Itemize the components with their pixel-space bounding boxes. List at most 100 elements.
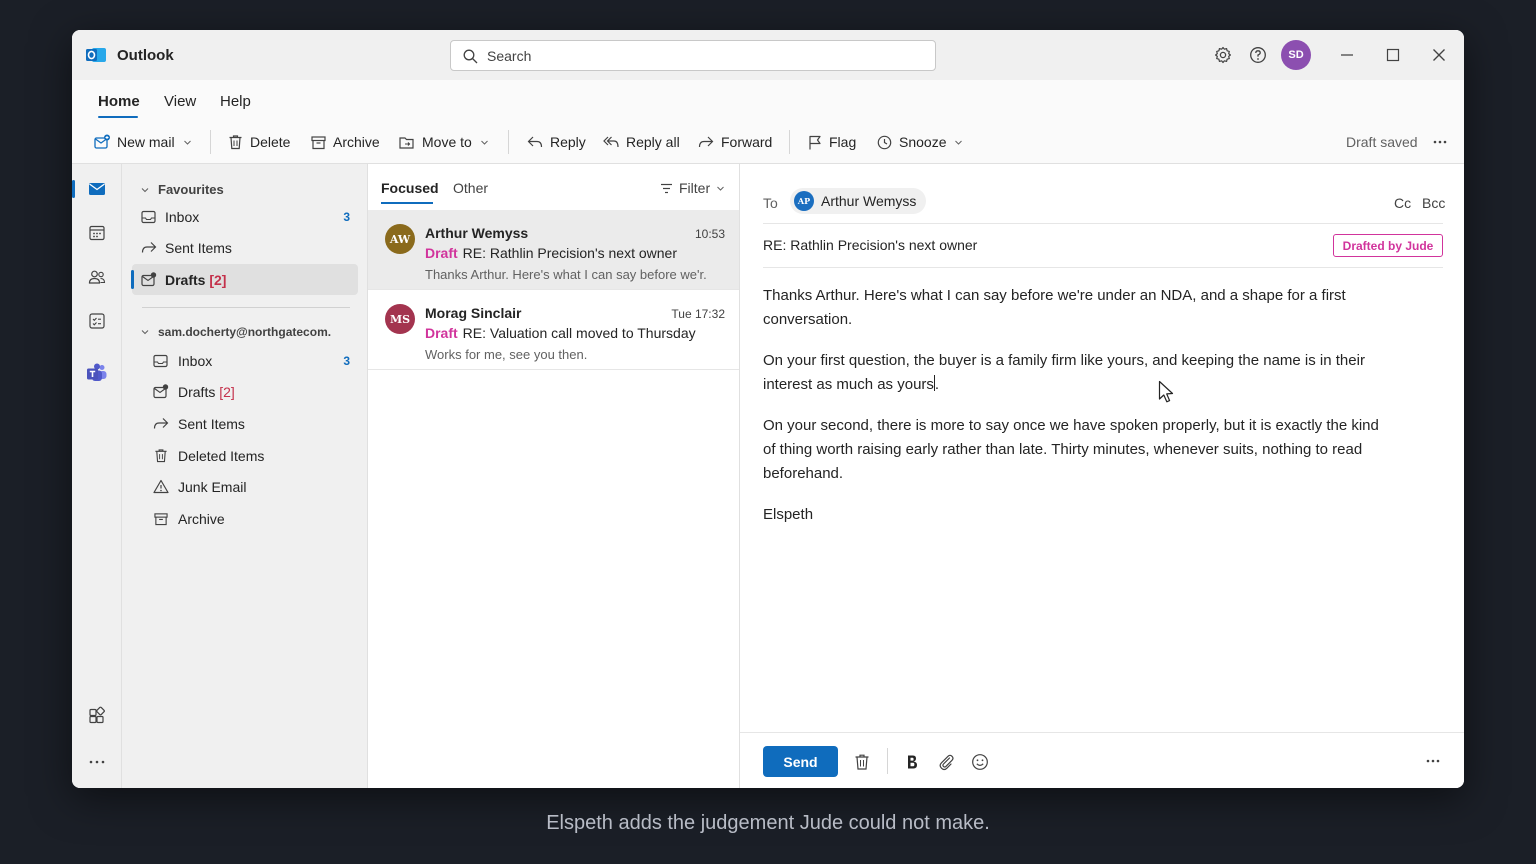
forward-button[interactable]: Forward <box>698 132 772 152</box>
fav-folder-sent-items[interactable]: Sent Items <box>132 232 358 263</box>
ribbon-tabs: Home View Help <box>72 80 1464 120</box>
minimize-icon[interactable] <box>1339 47 1355 63</box>
chevron-down-icon <box>141 330 149 335</box>
title-bar: Outlook SD <box>72 30 1464 80</box>
tasks-icon[interactable] <box>87 311 107 331</box>
teams-icon[interactable] <box>86 362 108 384</box>
settings-gear-icon[interactable] <box>1214 46 1232 64</box>
archive-icon <box>311 135 326 149</box>
message-body-editor[interactable]: Thanks Arthur. Here's what I can say bef… <box>763 284 1393 544</box>
toolbar-divider <box>210 130 211 154</box>
folder-label-wrap: Drafts [2] <box>178 384 235 400</box>
maximize-icon[interactable] <box>1385 47 1401 63</box>
apps-icon[interactable] <box>87 706 107 726</box>
more-options-icon[interactable] <box>1433 140 1447 144</box>
fav-folder-drafts[interactable]: Drafts [2] <box>131 264 358 295</box>
sender-avatar: AW <box>385 224 415 254</box>
footer-divider <box>887 748 888 774</box>
help-question-icon[interactable] <box>1249 46 1267 64</box>
discard-trash-icon[interactable] <box>852 752 872 772</box>
draft-count: [2] <box>219 383 235 400</box>
draft-saved-status: Draft saved <box>1346 134 1418 150</box>
flag-button[interactable]: Flag <box>808 132 856 152</box>
folder-deleted-items[interactable]: Deleted Items <box>132 440 358 471</box>
bcc-button[interactable]: Bcc <box>1422 195 1445 211</box>
folder-drafts[interactable]: Drafts [2] <box>132 376 358 407</box>
close-icon[interactable] <box>1431 47 1447 63</box>
message-item-arthur-wemyss[interactable]: AW Arthur Wemyss 10:53 Draft RE: Rathlin … <box>368 210 739 290</box>
folder-sent-items[interactable]: Sent Items <box>132 408 358 439</box>
filter-button[interactable]: Filter <box>660 180 725 196</box>
message-subject: Draft RE: Rathlin Precision's next owner <box>425 245 677 261</box>
folder-label: Inbox <box>178 352 213 369</box>
compose-pane: To AP Arthur Wemyss Cc Bcc RE: Rathlin P… <box>740 164 1464 788</box>
chevron-down-icon <box>480 140 488 145</box>
draft-tag: Draft <box>425 245 458 261</box>
new-mail-button[interactable]: New mail <box>94 132 192 152</box>
attach-paperclip-icon[interactable] <box>936 752 956 772</box>
emoji-icon[interactable] <box>970 752 990 772</box>
archive-button[interactable]: Archive <box>311 132 380 152</box>
drafts-icon <box>153 384 169 399</box>
field-divider <box>763 267 1443 268</box>
subject-field[interactable]: RE: Rathlin Precision's next owner <box>763 237 977 253</box>
folder-move-icon <box>399 136 414 149</box>
recipient-chip[interactable]: AP Arthur Wemyss <box>790 188 927 214</box>
message-list: Focused Other Filter AW Arthur Wemyss 10… <box>368 164 740 788</box>
more-apps-icon[interactable] <box>87 752 107 772</box>
to-label[interactable]: To <box>763 195 778 211</box>
folder-junk-email[interactable]: Junk Email <box>132 471 358 502</box>
search-box[interactable] <box>450 40 936 71</box>
more-options-icon[interactable] <box>1426 759 1440 763</box>
calendar-icon[interactable] <box>87 223 107 243</box>
sender-avatar: MS <box>385 304 415 334</box>
folder-inbox[interactable]: Inbox 3 <box>132 345 358 376</box>
filter-label: Filter <box>679 180 711 196</box>
tab-view[interactable]: View <box>164 93 196 110</box>
subject-text: RE: Valuation call moved to Thursday <box>462 325 696 341</box>
chevron-down-icon <box>183 140 191 145</box>
snooze-label: Snooze <box>899 134 947 150</box>
mail-icon[interactable] <box>87 179 107 199</box>
body-paragraph: On your first question, the buyer is a f… <box>763 349 1393 397</box>
folder-archive[interactable]: Archive <box>132 503 358 534</box>
tab-other[interactable]: Other <box>453 180 488 196</box>
new-mail-label: New mail <box>117 134 175 150</box>
tab-help[interactable]: Help <box>220 93 251 110</box>
tab-home[interactable]: Home <box>98 93 140 110</box>
message-time: 10:53 <box>694 227 725 241</box>
folder-label: Junk Email <box>178 478 247 495</box>
sender-name: Morag Sinclair <box>425 305 522 321</box>
body-text: . <box>934 376 940 393</box>
draft-tag: Draft <box>425 325 458 341</box>
pane-divider <box>142 307 350 308</box>
people-icon[interactable] <box>87 267 107 287</box>
bold-icon[interactable] <box>902 752 922 772</box>
body-paragraph: Thanks Arthur. Here's what I can say bef… <box>763 287 1346 328</box>
reply-icon <box>527 136 543 148</box>
folder-pane: Favourites Inbox 3 Sent Items Drafts [2] <box>122 164 368 788</box>
cc-button[interactable]: Cc <box>1394 195 1411 211</box>
folder-label: Sent Items <box>178 415 245 432</box>
user-avatar[interactable]: SD <box>1281 40 1311 70</box>
active-tab-indicator <box>98 116 138 118</box>
reply-all-button[interactable]: Reply all <box>603 132 680 152</box>
forward-label: Forward <box>721 134 773 150</box>
clock-icon <box>877 135 892 149</box>
drafted-by-badge: Drafted by Jude <box>1333 234 1443 257</box>
favourites-header[interactable]: Favourites <box>140 182 224 197</box>
unread-count: 3 <box>343 209 350 224</box>
tab-focused[interactable]: Focused <box>381 180 439 196</box>
body-text: On your first question, the buyer is a f… <box>763 352 1365 393</box>
delete-button[interactable]: Delete <box>228 132 290 152</box>
reply-button[interactable]: Reply <box>527 132 586 152</box>
fav-folder-inbox[interactable]: Inbox 3 <box>132 201 358 232</box>
search-input[interactable] <box>487 46 917 66</box>
snooze-button[interactable]: Snooze <box>877 132 963 152</box>
move-to-button[interactable]: Move to <box>399 132 489 152</box>
trash-icon <box>155 449 167 463</box>
flag-label: Flag <box>829 134 857 150</box>
account-header[interactable]: sam.docherty@northgatecom. <box>140 325 331 339</box>
send-button[interactable]: Send <box>763 746 838 777</box>
message-item-morag-sinclair[interactable]: MS Morag Sinclair Tue 17:32 Draft RE: Val… <box>368 290 739 370</box>
